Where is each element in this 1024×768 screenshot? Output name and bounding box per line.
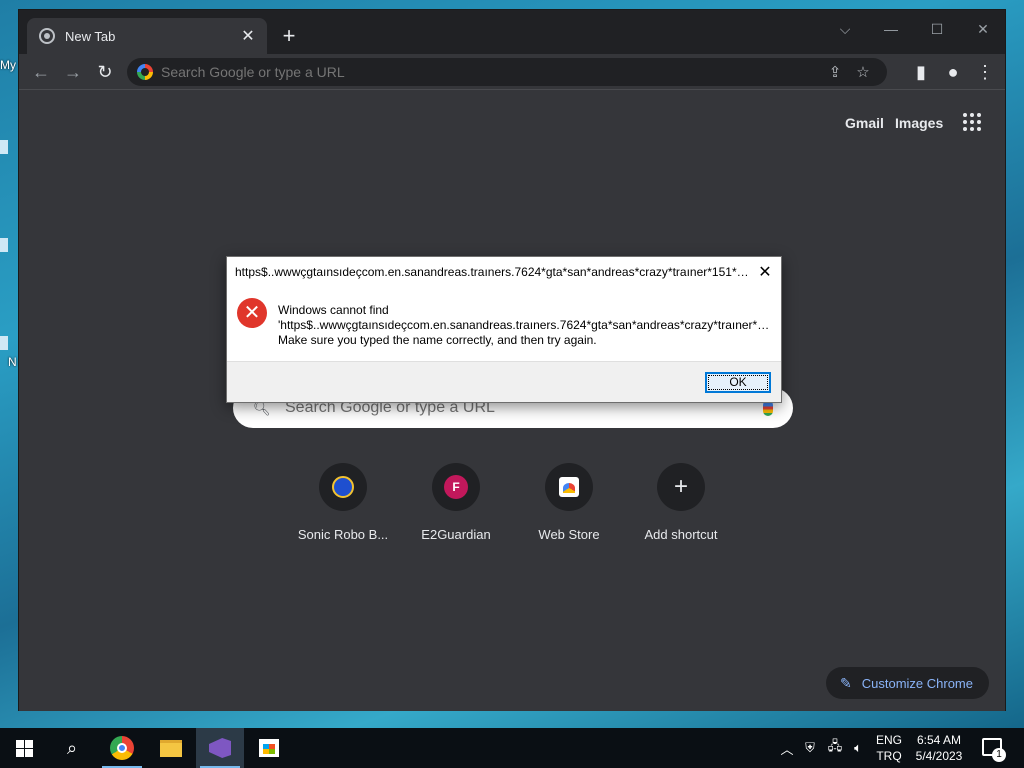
gmail-link[interactable]: Gmail <box>845 115 884 131</box>
taskbar: ⌕ ︿ ⛨ 🖧︎ 🔈︎ ENG TRQ 6:54 AM 5/4/2023 1 <box>0 728 1024 768</box>
dialog-message: Windows cannot find 'https$..wwwçgtaınsı… <box>278 303 774 348</box>
desktop-icon[interactable] <box>0 238 18 252</box>
add-shortcut-tile[interactable]: + Add shortcut <box>625 463 737 542</box>
shortcut-tile[interactable]: Sonic Robo B... <box>287 463 399 542</box>
forward-icon[interactable]: → <box>61 60 85 84</box>
language-line: ENG <box>875 733 902 747</box>
maximize-button[interactable]: ☐ <box>917 18 957 40</box>
taskbar-store[interactable] <box>245 728 293 768</box>
pencil-icon: ✎ <box>840 674 852 691</box>
notification-badge: 1 <box>992 748 1006 762</box>
tab-title: New Tab <box>65 28 116 44</box>
desktop-icon[interactable] <box>0 140 18 154</box>
images-link[interactable]: Images <box>895 115 943 131</box>
address-bar[interactable]: ⇪ ☆ <box>127 58 887 86</box>
desktop-icon[interactable] <box>0 336 18 350</box>
defender-shield-icon[interactable]: ⛨ <box>800 728 820 768</box>
shortcut-tile[interactable]: Web Store <box>513 463 625 542</box>
start-button[interactable] <box>0 728 48 768</box>
shortcut-label: Web Store <box>538 527 600 542</box>
web-store-icon <box>559 477 579 497</box>
close-window-button[interactable]: ✕ <box>963 18 1003 40</box>
message-line: Windows cannot find <box>278 303 389 317</box>
show-hidden-icons-chevron-icon[interactable]: ︿ <box>778 728 796 768</box>
bookmark-star-icon[interactable]: ☆ <box>849 63 877 81</box>
menu-kebab-icon[interactable]: ⋮ <box>973 60 997 84</box>
clock-time: 6:54 AM <box>916 733 962 747</box>
language-indicator[interactable]: ENG TRQ <box>872 732 906 764</box>
taskbar-search-button[interactable]: ⌕ <box>48 728 96 768</box>
message-line: 'https$..wwwçgtaınsıdeçcom.en.sanandreas… <box>278 318 774 332</box>
dialog-footer: OK <box>227 361 781 402</box>
shortcut-label: Sonic Robo B... <box>297 527 389 542</box>
address-input[interactable] <box>161 64 821 80</box>
f-letter-icon: F <box>444 475 468 499</box>
google-g-icon <box>137 64 153 80</box>
minimize-button[interactable]: — <box>871 18 911 40</box>
new-tab-button[interactable]: + <box>277 24 301 48</box>
notification-center-icon[interactable]: 1 <box>982 738 1006 762</box>
dialog-title: https$..wwwçgtaınsıdeçcom.en.sanandreas.… <box>235 265 751 279</box>
tab-strip: New Tab ✕ + ⌵ — ☐ ✕ <box>19 10 1005 54</box>
taskbar-chrome[interactable] <box>98 728 146 768</box>
tab-search-chevron-icon[interactable]: ⌵ <box>825 18 865 40</box>
taskbar-visual-studio[interactable] <box>196 728 244 768</box>
ok-button[interactable]: OK <box>705 372 771 393</box>
chrome-icon <box>110 736 134 760</box>
clock[interactable]: 6:54 AM 5/4/2023 <box>910 732 968 764</box>
customize-chrome-button[interactable]: ✎ Customize Chrome <box>826 667 989 699</box>
reload-icon[interactable]: ↻ <box>93 60 117 84</box>
close-icon[interactable]: ✕ <box>757 262 773 282</box>
profile-icon[interactable]: ● <box>941 60 965 84</box>
shortcut-tile[interactable]: F E2Guardian <box>400 463 512 542</box>
windows-logo-icon <box>15 739 33 757</box>
error-icon: ✕ <box>237 298 267 328</box>
volume-icon[interactable]: 🔈︎ <box>848 728 868 768</box>
side-panel-icon[interactable]: ▮ <box>909 60 933 84</box>
visual-studio-icon <box>209 738 231 758</box>
toolbar: ← → ↻ ⇪ ☆ ▮ ● ⋮ <box>19 54 1005 90</box>
share-icon[interactable]: ⇪ <box>821 63 849 81</box>
taskbar-file-explorer[interactable] <box>147 728 195 768</box>
tab-new-tab[interactable]: New Tab ✕ <box>27 18 267 54</box>
error-dialog: https$..wwwçgtaınsıdeçcom.en.sanandreas.… <box>226 256 782 403</box>
sonic-icon <box>332 476 354 498</box>
google-apps-icon[interactable] <box>963 113 981 131</box>
close-tab-icon[interactable]: ✕ <box>239 26 257 46</box>
clock-date: 5/4/2023 <box>915 749 963 763</box>
plus-icon: + <box>673 473 688 500</box>
message-line: Make sure you typed the name correctly, … <box>278 333 597 347</box>
shortcut-label: E2Guardian <box>421 527 491 542</box>
folder-icon <box>160 739 182 757</box>
microsoft-store-icon <box>259 739 279 757</box>
network-icon[interactable]: 🖧︎ <box>824 728 846 768</box>
customize-label: Customize Chrome <box>861 675 973 691</box>
chrome-favicon-icon <box>39 28 55 44</box>
shortcut-label: Add shortcut <box>644 527 718 542</box>
search-icon: ⌕ <box>66 737 78 758</box>
desktop-icon-label[interactable]: My <box>0 58 18 72</box>
back-icon[interactable]: ← <box>29 60 53 84</box>
language-line: TRQ <box>876 749 902 763</box>
